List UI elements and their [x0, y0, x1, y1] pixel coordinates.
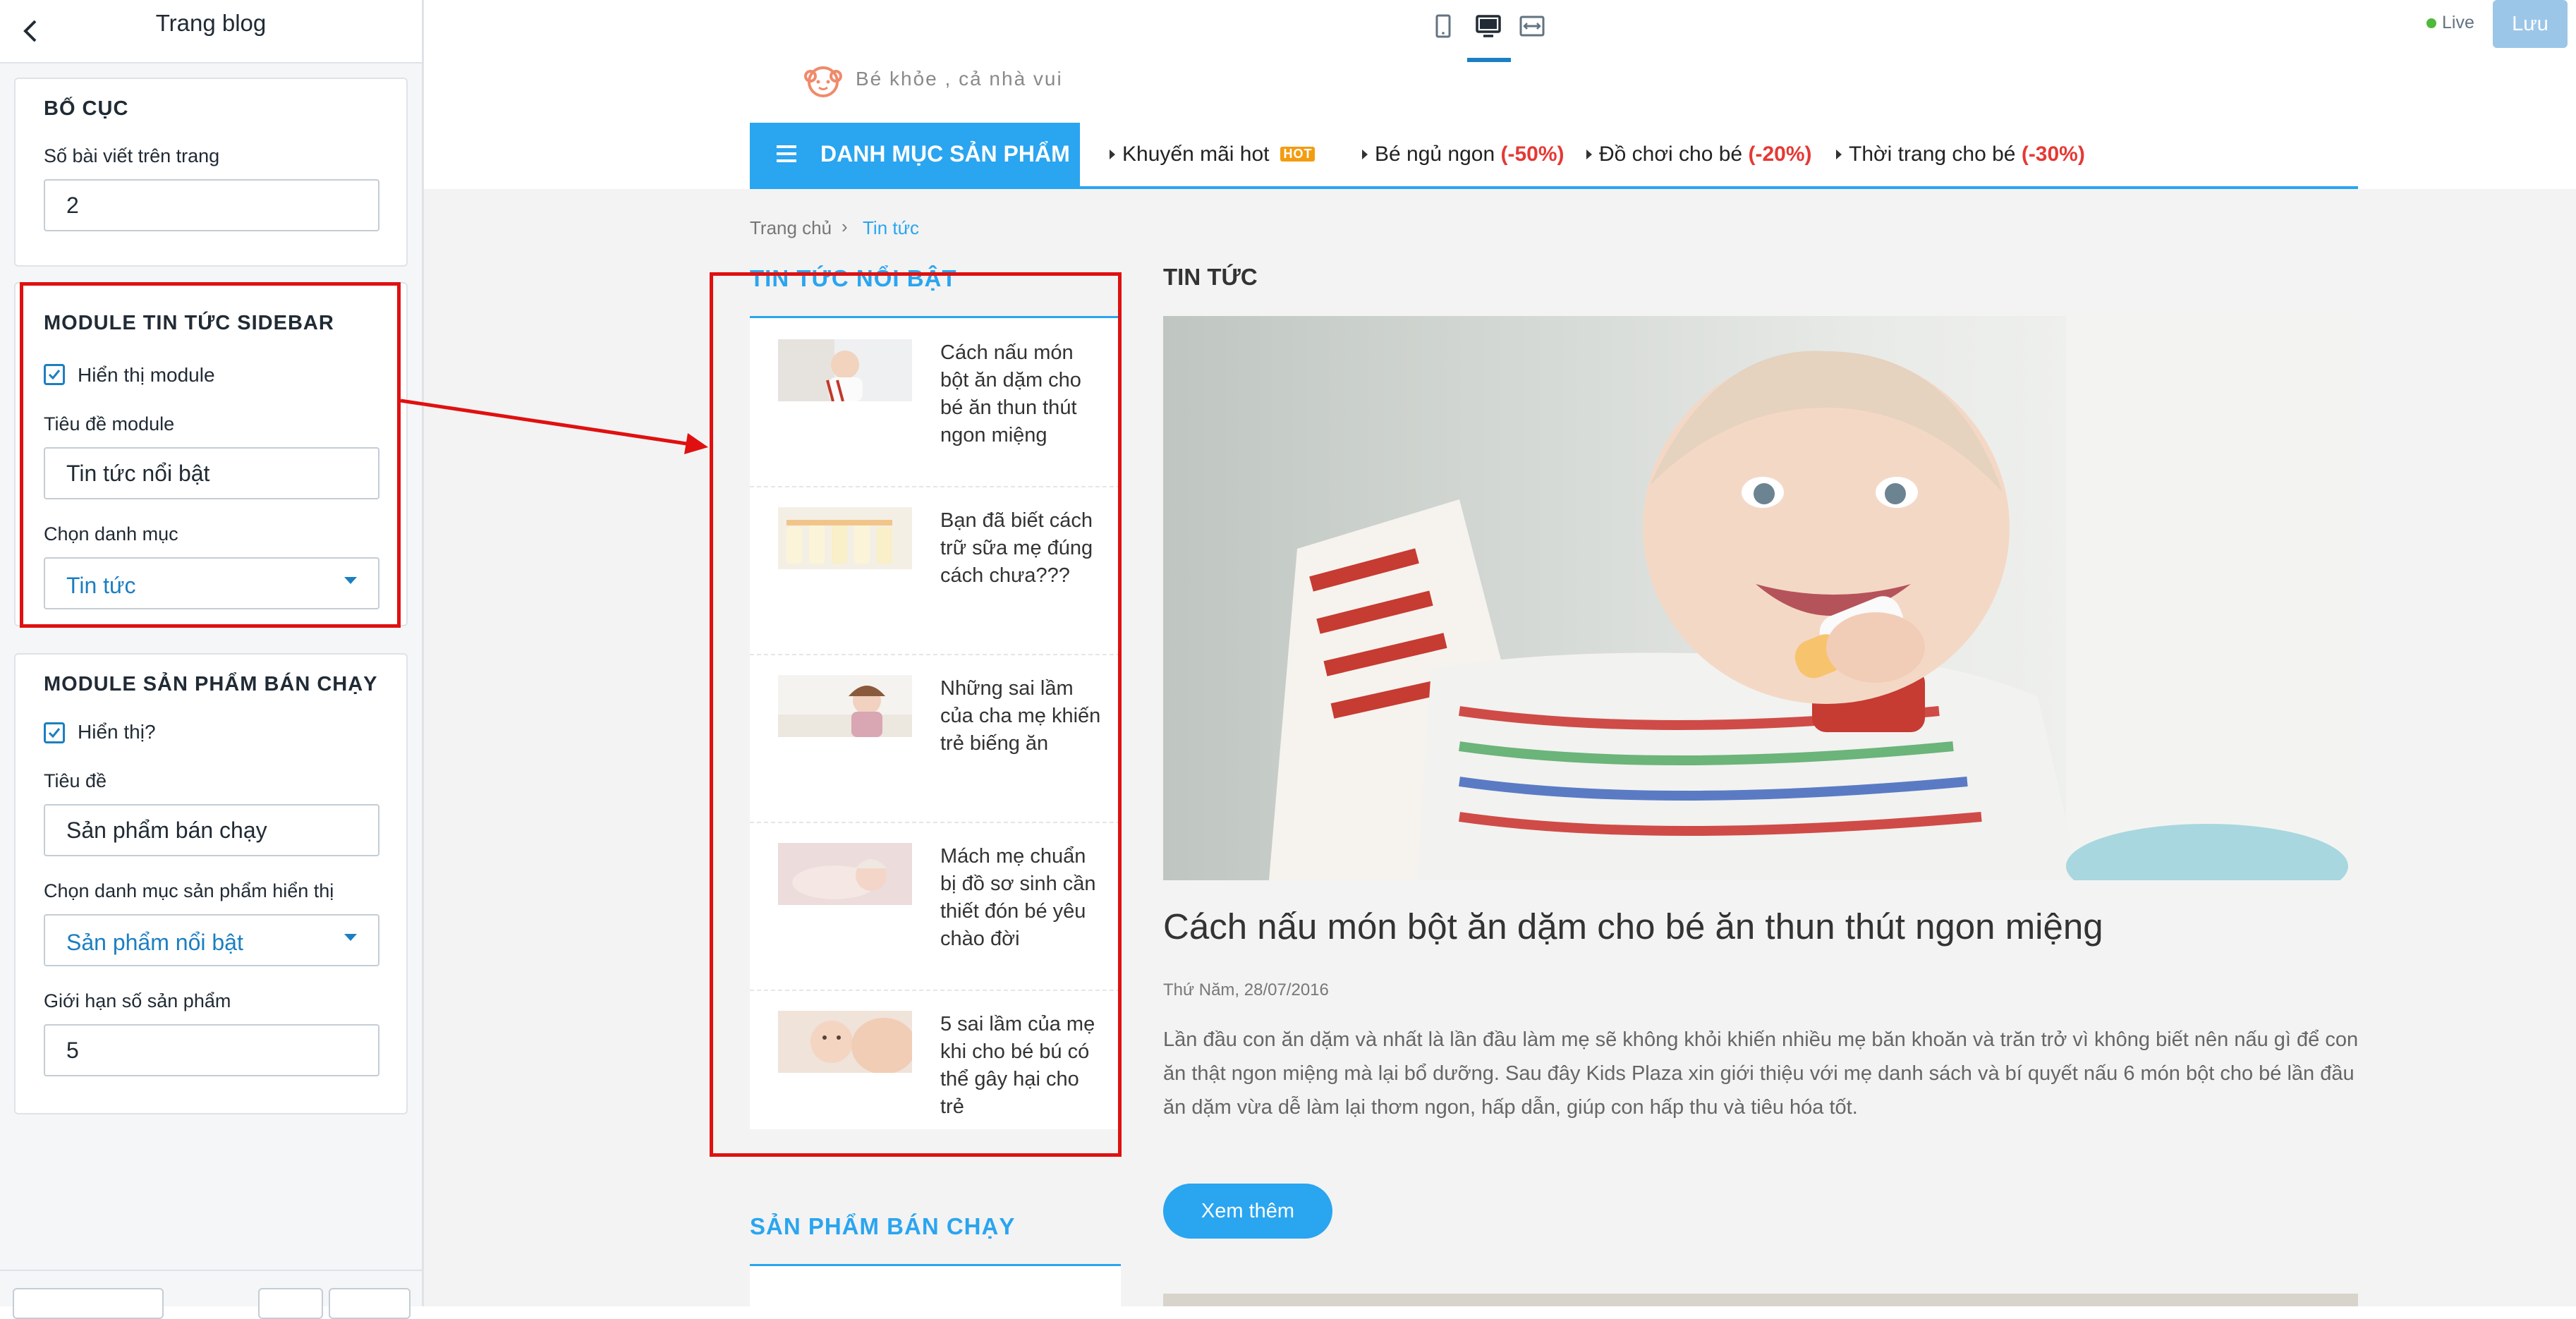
caret-right-icon [1362, 150, 1368, 159]
read-more-button[interactable]: Xem thêm [1163, 1184, 1332, 1239]
module-title-input[interactable] [44, 447, 379, 499]
nav-item-label: Đồ chơi cho bé [1599, 142, 1743, 166]
news-thumbnail [778, 339, 912, 401]
layout-card-title: BỐ CỤC [44, 97, 129, 120]
show-module-label: Hiển thị module [78, 364, 215, 386]
news-thumbnail [778, 507, 912, 569]
mobile-icon[interactable] [1426, 8, 1461, 44]
news-item-title: Mách mẹ chuẩn bị đồ sơ sinh cần thiết đó… [940, 845, 1096, 950]
desktop-icon[interactable] [1471, 8, 1506, 44]
live-status-label: Live [2442, 13, 2474, 32]
nav-item-promo[interactable]: Khuyến mãi hot HOT [1110, 142, 1316, 166]
article-hero-image[interactable] [1163, 316, 2358, 880]
bestseller-title-input[interactable] [44, 804, 379, 856]
panel-title: Trang blog [155, 10, 267, 36]
caret-down-icon [344, 577, 357, 584]
caret-right-icon [1110, 150, 1115, 159]
news-module-card: MODULE TIN TỨC SIDEBAR Hiển thị module T… [14, 282, 408, 626]
category-menu-label: DANH MỤC SẢN PHẨM [820, 141, 1070, 166]
nav-item-label: Thời trang cho bé [1849, 142, 2016, 166]
breadcrumb-separator: › [842, 216, 848, 237]
news-heading: TIN TỨC [1163, 264, 1258, 290]
product-category-label: Chọn danh mục sản phẩm hiển thị [44, 880, 334, 901]
nav-item-fashion[interactable]: Thời trang cho bé (-30%) [1836, 142, 2085, 166]
bestseller-card-title: MODULE SẢN PHẨM BÁN CHẠY [44, 673, 378, 695]
category-label: Chọn danh mục [44, 523, 178, 545]
news-item-title: Bạn đã biết cách trữ sữa mẹ đúng cách ch… [940, 509, 1093, 587]
page-preview: Bé khỏe , cả nhà vui DANH MỤC SẢN PHẨM K… [424, 62, 2576, 1306]
news-item-title: 5 sai lầm của mẹ khi cho bé bú có thể gâ… [940, 1013, 1095, 1118]
site-slogan: Bé khỏe , cả nhà vui [856, 68, 1063, 90]
footer-divider [0, 1270, 422, 1271]
nav-item-discount: (-50%) [1500, 142, 1565, 166]
nav-underline [750, 186, 2358, 189]
nav-item-label: Bé ngủ ngon [1375, 142, 1495, 166]
baby-logo-icon [801, 62, 851, 102]
nav-item-sleep[interactable]: Bé ngủ ngon (-50%) [1362, 142, 1565, 166]
hot-badge: HOT [1280, 147, 1316, 162]
list-item[interactable]: Những sai lầm của cha mẹ khiến trẻ biếng… [750, 654, 1121, 823]
bestseller-title: SẢN PHẨM BÁN CHẠY [750, 1213, 1016, 1239]
product-limit-label: Giới hạn số sản phẩm [44, 990, 231, 1011]
checkmark-icon [48, 370, 61, 380]
nav-item-toys[interactable]: Đồ chơi cho bé (-20%) [1586, 142, 1811, 166]
caret-down-icon [344, 934, 357, 941]
breadcrumb-home[interactable]: Trang chủ [750, 217, 832, 239]
news-module-card-title: MODULE TIN TỨC SIDEBAR [44, 312, 334, 334]
hamburger-icon [777, 145, 796, 166]
next-article-image[interactable] [1163, 1294, 2358, 1306]
footer-button-left[interactable] [13, 1288, 164, 1319]
article-title-link[interactable]: Cách nấu món bột ăn dặm cho bé ăn thun t… [1163, 906, 2103, 947]
product-limit-input[interactable] [44, 1024, 379, 1076]
news-thumbnail [778, 675, 912, 737]
settings-header: Trang blog [0, 0, 422, 63]
fullwidth-icon[interactable] [1514, 8, 1550, 44]
list-item[interactable]: Cách nấu món bột ăn dặm cho bé ăn thun t… [750, 318, 1121, 487]
checkmark-icon [48, 728, 61, 738]
caret-right-icon [1586, 150, 1592, 159]
bestseller-module-card: MODULE SẢN PHẨM BÁN CHẠY Hiển thị? Tiêu … [14, 653, 408, 1114]
list-item[interactable]: 5 sai lầm của mẹ khi cho bé bú có thể gâ… [750, 990, 1121, 1157]
news-thumbnail [778, 843, 912, 905]
footer-button-right[interactable] [329, 1288, 411, 1319]
settings-panel: Trang blog BỐ CỤC Số bài viết trên trang… [0, 0, 424, 1319]
category-select[interactable]: Tin tức [44, 557, 379, 609]
list-item[interactable]: Bạn đã biết cách trữ sữa mẹ đúng cách ch… [750, 486, 1121, 655]
article-date: Thứ Năm, 28/07/2016 [1163, 980, 1329, 999]
show-bestseller-label: Hiển thị? [78, 721, 156, 743]
posts-per-page-label: Số bài viết trên trang [44, 145, 220, 166]
bestseller-list [750, 1266, 1121, 1306]
nav-item-discount: (-20%) [1748, 142, 1812, 166]
show-bestseller-checkbox[interactable] [44, 722, 65, 743]
caret-right-icon [1836, 150, 1842, 159]
news-item-title: Những sai lầm của cha mẹ khiến trẻ biếng… [940, 677, 1101, 755]
article-excerpt: Lần đầu con ăn dặm và nhất là lần đầu là… [1163, 1028, 2359, 1119]
product-category-select[interactable]: Sản phẩm nổi bật [44, 914, 379, 966]
annotation-arrow-icon [400, 399, 708, 454]
featured-news-title: TIN TỨC NỔI BẬT [750, 265, 957, 291]
site-header: Bé khỏe , cả nhà vui DANH MỤC SẢN PHẨM K… [424, 62, 2576, 189]
editor-toolbar: Live Lưu [424, 0, 2576, 63]
featured-news-list: Cách nấu món bột ăn dặm cho bé ăn thun t… [750, 318, 1121, 1129]
save-button[interactable]: Lưu [2493, 0, 2568, 48]
list-item[interactable]: Mách mẹ chuẩn bị đồ sơ sinh cần thiết đó… [750, 822, 1121, 991]
category-menu-button[interactable]: DANH MỤC SẢN PHẨM [750, 123, 1080, 188]
show-module-checkbox[interactable] [44, 364, 65, 385]
category-select-value: Tin tức [66, 573, 136, 598]
nav-item-label: Khuyến mãi hot [1122, 142, 1270, 166]
news-thumbnail [778, 1011, 912, 1073]
module-title-label: Tiêu đề module [44, 413, 175, 434]
news-item-title: Cách nấu món bột ăn dặm cho bé ăn thun t… [940, 341, 1081, 446]
nav-item-discount: (-30%) [2021, 142, 2085, 166]
posts-per-page-input[interactable] [44, 179, 379, 231]
product-category-value: Sản phẩm nổi bật [66, 930, 243, 955]
bestseller-title-label: Tiêu đề [44, 770, 107, 791]
live-status-icon [2426, 18, 2436, 28]
breadcrumb-current[interactable]: Tin tức [863, 217, 919, 239]
layout-card: BỐ CỤC Số bài viết trên trang [14, 78, 408, 267]
footer-button-mid[interactable] [258, 1288, 323, 1319]
